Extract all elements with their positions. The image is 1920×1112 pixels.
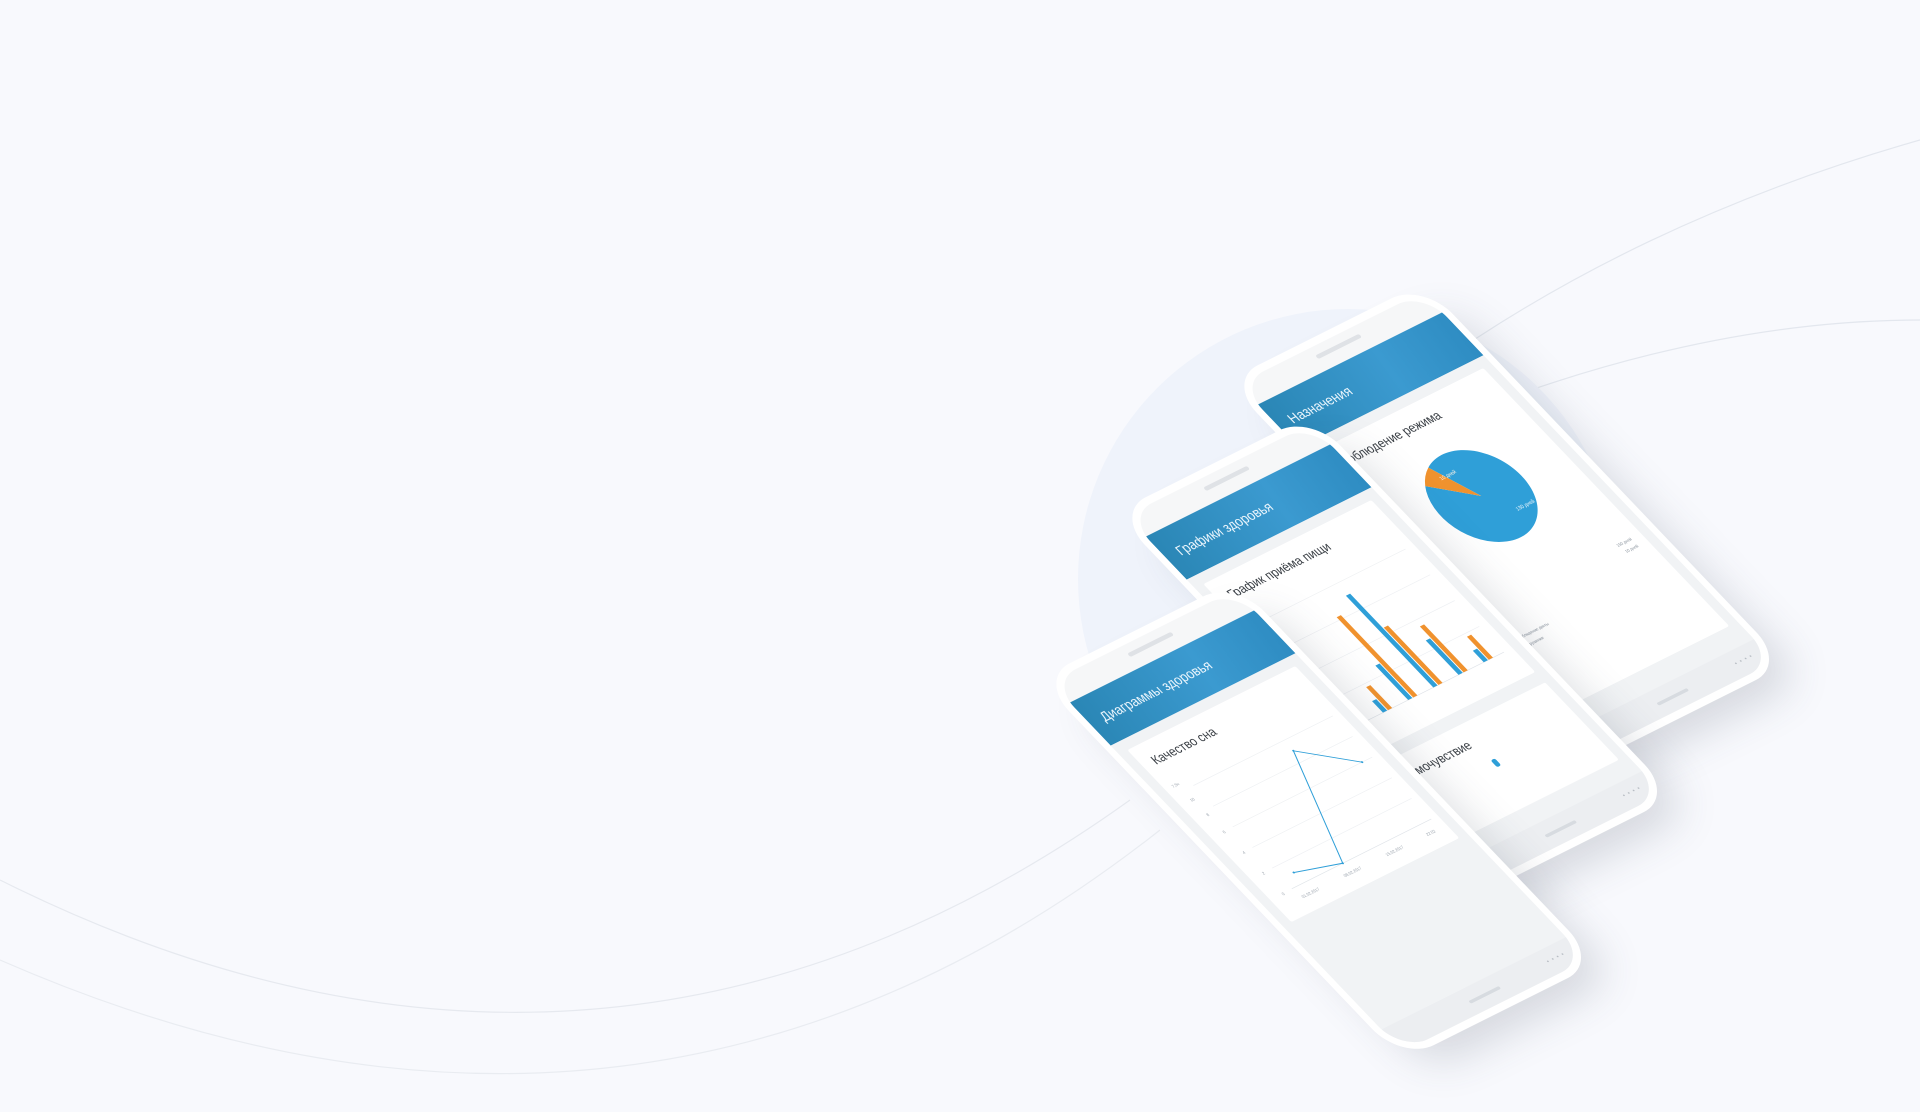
- y-tick-label: 8: [1205, 812, 1211, 817]
- bar: [1383, 625, 1443, 685]
- bar: [1419, 624, 1468, 673]
- x-tick-label: 22.02: [1425, 828, 1438, 836]
- nav-dots: • • • •: [1621, 785, 1644, 800]
- nav-dots: • • • •: [1545, 951, 1568, 966]
- nav-dots: • • • •: [1733, 653, 1756, 668]
- y-tick-label: 4: [1241, 850, 1247, 855]
- pie-summary-2: 10 дней: [1623, 543, 1640, 554]
- home-button[interactable]: [1656, 688, 1690, 706]
- app-title: Назначения: [1283, 383, 1357, 427]
- y-tick-label: 7,5ч: [1170, 782, 1180, 789]
- y-tick-label: 6: [1221, 829, 1227, 834]
- phone-health-diagrams: Диаграммы здоровья Качество сна 7,5ч 10 …: [1050, 589, 1588, 1112]
- y-tick-label: 2: [1261, 870, 1267, 875]
- home-button[interactable]: [1544, 820, 1578, 838]
- x-tick-label: 08.02.2017: [1342, 865, 1363, 878]
- x-tick-labels: 01.02.2017 08.02.2017 15.02.2017 22.02: [1300, 828, 1437, 899]
- line-marks: [1292, 749, 1364, 874]
- x-tick-label: 01.02.2017: [1300, 886, 1321, 899]
- y-tick-label: 10: [1188, 796, 1196, 802]
- pie-slice: [1425, 450, 1538, 542]
- x-tick-label: 15.02.2017: [1384, 844, 1405, 857]
- home-button[interactable]: [1468, 986, 1502, 1004]
- wellbeing-indicator: [1490, 758, 1502, 768]
- pie-slices: [1424, 450, 1538, 542]
- y-tick-label: 0: [1280, 891, 1286, 896]
